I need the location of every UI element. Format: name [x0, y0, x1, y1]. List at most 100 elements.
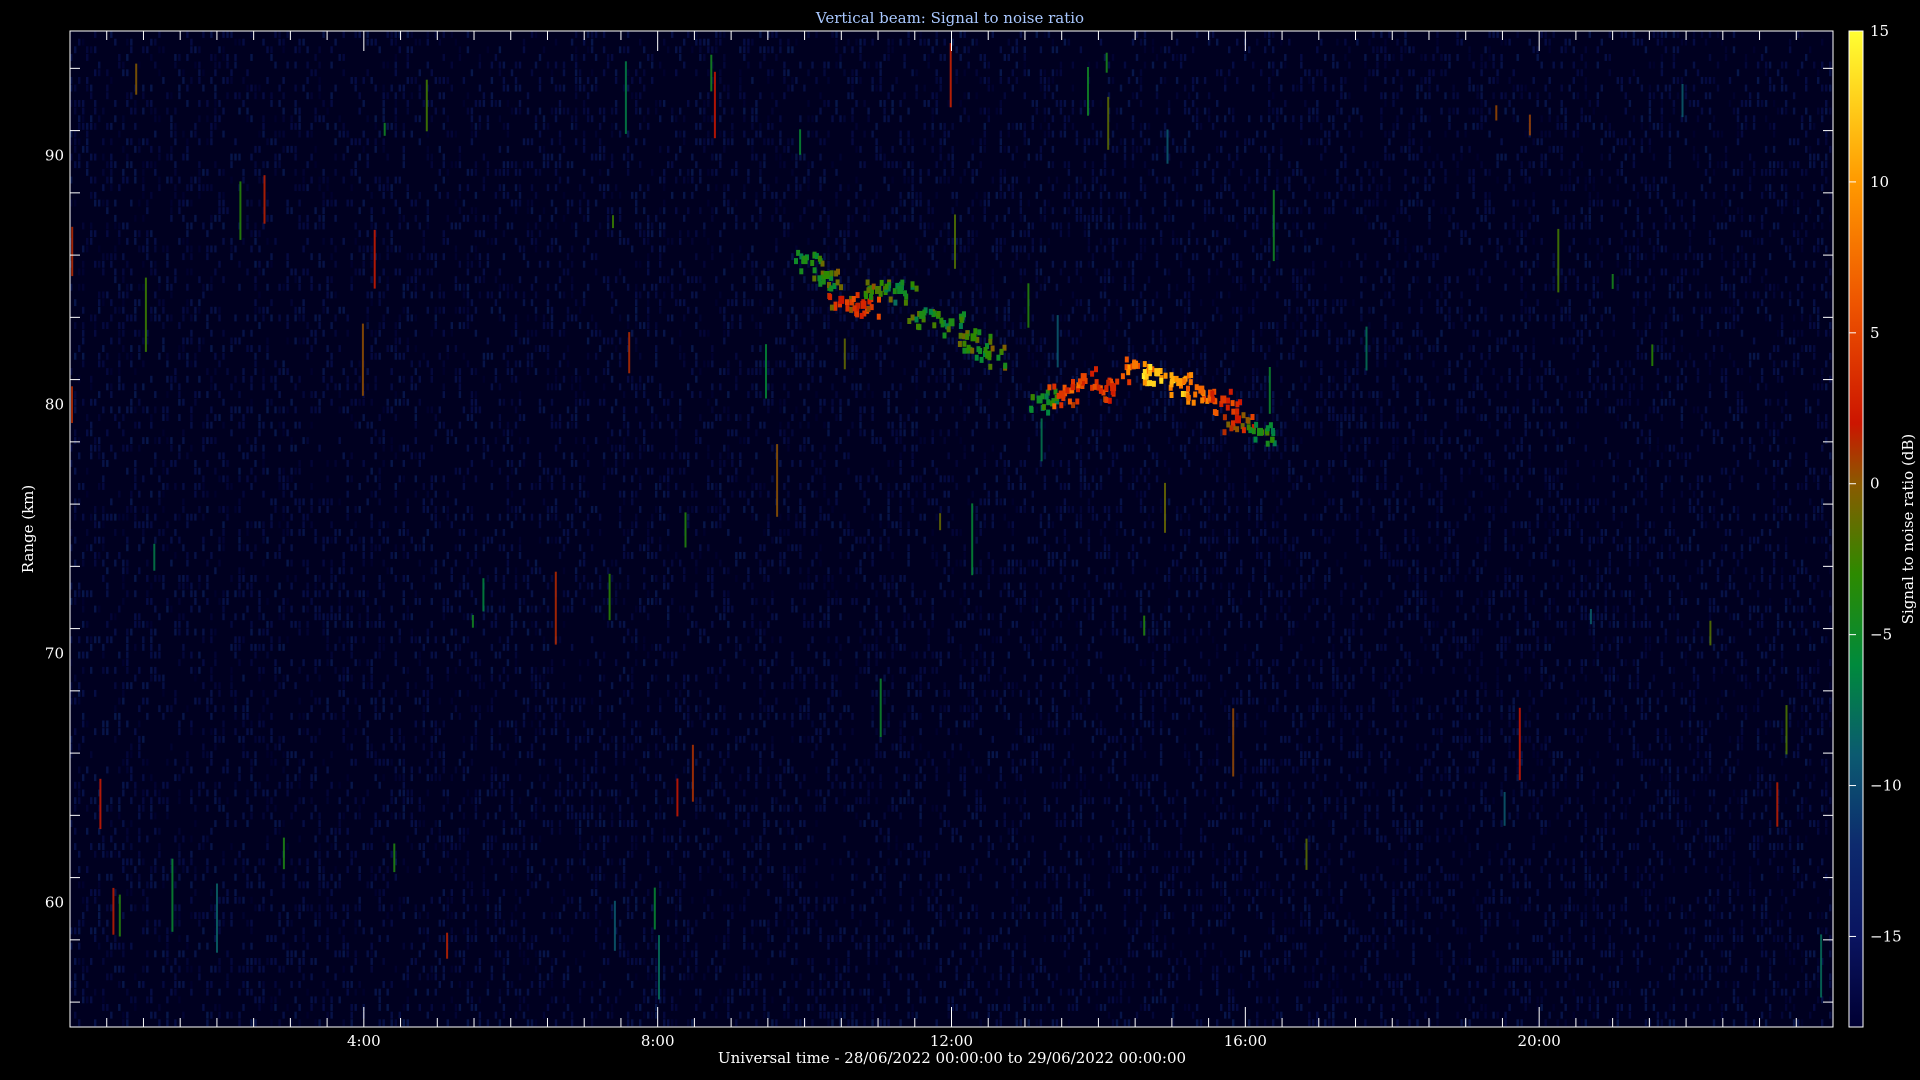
noise-cell [594, 820, 598, 827]
noise-cell [566, 590, 570, 598]
noise-cell [386, 843, 389, 850]
noise-cell [498, 314, 502, 322]
noise-cell [306, 728, 309, 736]
noise-cell [402, 789, 405, 797]
noise-cell [530, 567, 534, 575]
noise-cell [494, 942, 498, 950]
noise-cell [554, 368, 558, 375]
noise-cell [382, 268, 385, 276]
noise-cell [454, 590, 458, 598]
noise-cell [578, 705, 582, 713]
noise-cell [498, 651, 502, 659]
noise-cell [562, 544, 566, 552]
noise-cell [570, 245, 574, 253]
noise-cell [262, 689, 265, 697]
noise-cell [318, 866, 321, 873]
noise-cell [230, 345, 233, 352]
noise-cell [518, 191, 522, 199]
noise-cell [350, 276, 353, 284]
noise-cell [210, 283, 213, 291]
noise-cell [154, 130, 157, 138]
noise-cell [614, 751, 618, 759]
noise-cell [518, 100, 522, 107]
noise-cell [498, 988, 502, 996]
noise-cell [426, 674, 429, 682]
noise-cell [86, 145, 89, 153]
noise-cell [610, 122, 614, 130]
noise-cell [326, 613, 329, 621]
noise-cell [362, 575, 365, 582]
noise-cell [554, 168, 558, 176]
noise-cell [122, 414, 125, 421]
noise-cell [570, 927, 574, 935]
noise-cell [594, 567, 598, 575]
noise-cell [454, 306, 458, 314]
noise-cell [130, 444, 133, 452]
noise-cell [130, 107, 133, 115]
noise-cell [378, 1004, 381, 1011]
noise-cell [162, 950, 165, 958]
noise-cell [622, 444, 626, 452]
noise-cell [210, 827, 213, 835]
noise-cell [390, 345, 393, 352]
noise-cell [246, 712, 249, 720]
noise-cell [242, 812, 245, 820]
noise-cell [326, 965, 329, 973]
noise-cell [130, 873, 133, 881]
noise-cell [602, 452, 606, 460]
noise-cell [142, 774, 145, 782]
noise-cell [290, 544, 293, 552]
noise-cell [322, 168, 325, 176]
noise-cell [582, 452, 586, 460]
noise-cell [582, 100, 586, 107]
noise-cell [574, 421, 578, 429]
noise-cell [362, 544, 365, 552]
noise-cell [378, 605, 381, 613]
noise-cell [586, 812, 590, 820]
noise-cell [390, 904, 393, 912]
noise-cell [154, 260, 157, 268]
noise-cell [454, 368, 458, 375]
noise-cell [90, 230, 93, 238]
noise-cell [310, 130, 313, 138]
noise-cell [182, 483, 185, 490]
noise-cell [614, 467, 618, 475]
noise-cell [606, 168, 610, 176]
noise-cell [474, 191, 478, 199]
noise-cell [410, 130, 413, 138]
noise-cell [390, 758, 393, 766]
noise-cell [198, 138, 201, 146]
noise-cell [542, 804, 546, 812]
noise-cell [518, 996, 522, 1004]
noise-cell [590, 835, 594, 843]
noise-cell [250, 643, 253, 651]
noise-cell [234, 406, 237, 414]
noise-cell [106, 1004, 109, 1011]
noise-cell [134, 1004, 137, 1011]
noise-cell [470, 460, 474, 467]
noise-cell [518, 245, 522, 253]
noise-cell [118, 322, 121, 329]
noise-cell [458, 643, 462, 651]
noise-cell [522, 253, 526, 261]
noise-cell [234, 728, 237, 736]
noise-cell [322, 981, 325, 988]
noise-cell [234, 92, 237, 100]
noise-cell [218, 46, 221, 54]
noise-cell [454, 199, 458, 207]
noise-cell [538, 483, 542, 490]
noise-cell [226, 61, 229, 69]
noise-cell [210, 375, 213, 383]
noise-cell [274, 237, 277, 245]
noise-cell [258, 245, 261, 253]
noise-cell [278, 421, 281, 429]
noise-cell [142, 406, 145, 414]
noise-cell [150, 643, 153, 651]
noise-cell [498, 291, 502, 299]
noise-cell [434, 973, 437, 981]
noise-cell [198, 965, 201, 973]
noise-cell [118, 942, 121, 950]
noise-cell [202, 483, 205, 490]
noise-cell [614, 460, 618, 467]
noise-cell [198, 575, 201, 582]
